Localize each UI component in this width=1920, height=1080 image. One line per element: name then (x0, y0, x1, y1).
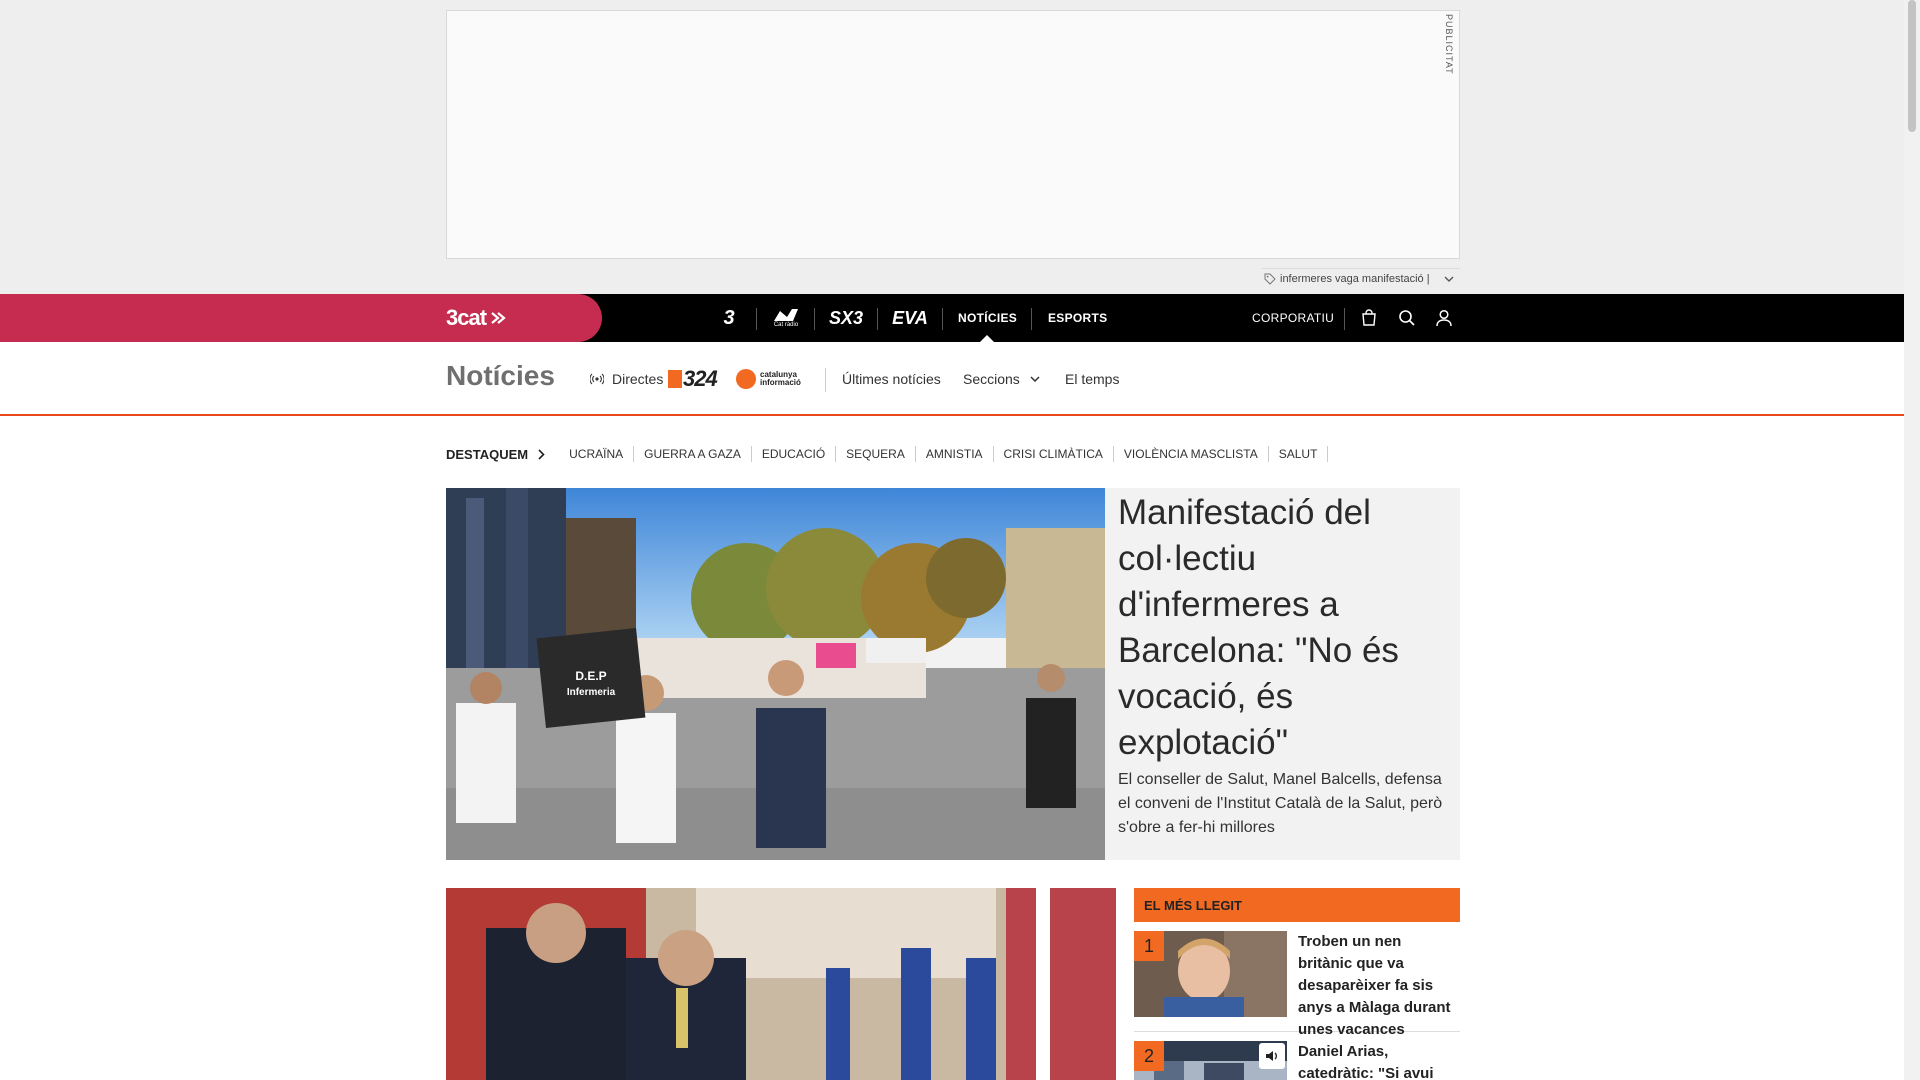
tag-link[interactable]: SALUT (1269, 446, 1329, 462)
secondary-article-photo[interactable] (446, 888, 1116, 1080)
tag-link[interactable]: AMNISTIA (916, 446, 994, 462)
most-read-thumbnail[interactable]: 1 (1134, 931, 1287, 1017)
channel-eva-logo[interactable]: EVA (890, 294, 930, 342)
brand-bar (0, 294, 602, 342)
most-read-title[interactable]: Daniel Arias, catedràtic: "Si avui (1298, 1041, 1456, 1080)
nav-seccions-dropdown[interactable]: Seccions (963, 342, 1040, 416)
user-icon[interactable] (1434, 308, 1454, 328)
search-icon[interactable] (1397, 308, 1417, 328)
hero-article[interactable]: D.E.P Infermeria Manifestació del col·le… (446, 488, 1460, 860)
most-read-panel: EL MÉS LLEGIT 1 Troben un nen britànic q… (1134, 888, 1460, 1080)
chevron-right-icon (538, 448, 545, 460)
hero-headline[interactable]: Manifestació del col·lectiu d'infermeres… (1118, 490, 1453, 766)
channel-sx3-logo[interactable]: SX3 (826, 294, 866, 342)
divider (1344, 308, 1345, 330)
hero-photo[interactable]: D.E.P Infermeria (446, 488, 1105, 860)
ad-slot[interactable] (446, 10, 1460, 259)
section-navigation: Notícies Directes 324 catalunya informac… (0, 342, 1904, 416)
audio-icon[interactable] (1259, 1043, 1285, 1069)
page-scrollbar[interactable] (1904, 0, 1920, 1080)
rank-badge: 2 (1134, 1041, 1164, 1071)
shopping-bag-icon[interactable] (1359, 308, 1379, 328)
trending-searches[interactable]: infermeres vaga manifestació | (1262, 268, 1460, 288)
tag-link[interactable]: VIOLÈNCIA MASCLISTA (1114, 446, 1269, 462)
trending-text: infermeres vaga manifestació | (1280, 272, 1430, 285)
tag-link[interactable]: EDUCACIÓ (752, 446, 837, 462)
nav-corporatiu[interactable]: CORPORATIU (1252, 294, 1334, 342)
channel-324-logo[interactable]: 324 (668, 342, 718, 416)
nav-esports[interactable]: ESPORTS (1048, 294, 1107, 342)
divider (814, 308, 815, 330)
chevron-down-icon[interactable] (1444, 276, 1454, 282)
hero-summary: El conseller de Salut, Manel Balcells, d… (1118, 771, 1443, 836)
tag-link[interactable]: SEQUERA (836, 446, 916, 462)
protest-sign-text: Infermeria (567, 687, 616, 698)
protest-sign-text: D.E.P (575, 669, 606, 683)
nav-el-temps[interactable]: El temps (1065, 342, 1119, 416)
divider (877, 308, 878, 330)
active-indicator (980, 335, 994, 342)
chevron-down-icon (1030, 376, 1040, 382)
channel-catradio-logo[interactable]: Cat ràdio (770, 294, 802, 342)
ci-circle-icon (736, 369, 756, 389)
catradio-icon (774, 309, 798, 321)
arrow-icon (490, 311, 506, 325)
divider (756, 308, 757, 330)
live-broadcast-icon (590, 373, 604, 385)
channel-3-logo[interactable]: 3 (714, 294, 744, 342)
nav-ultimes-noticies[interactable]: Últimes notícies (842, 342, 941, 416)
tag-link[interactable]: GUERRA A GAZA (634, 446, 752, 462)
most-read-title[interactable]: Troben un nen britànic que va desaparèix… (1298, 931, 1456, 1041)
most-read-item[interactable]: 2 Daniel Arias, catedràtic: "Si avui (1134, 1041, 1460, 1080)
tag-icon (1264, 273, 1276, 285)
most-read-heading: EL MÉS LLEGIT (1134, 888, 1460, 922)
brand-logo-3cat[interactable]: 3cat (446, 305, 506, 330)
tags-heading[interactable]: DESTAQUEM (446, 447, 545, 462)
top-navigation: 3cat 3 Cat ràdio SX3 EVA NOTÍCIES ESPORT… (0, 294, 1904, 342)
rank-badge: 1 (1134, 931, 1164, 961)
tag-link[interactable]: CRISI CLIMÀTICA (994, 446, 1114, 462)
scrollbar-thumb[interactable] (1908, 0, 1916, 132)
most-read-item[interactable]: 1 Troben un nen britànic que va desaparè… (1134, 931, 1460, 1038)
divider (825, 368, 826, 392)
tag-link[interactable]: UCRAÏNA (559, 446, 635, 462)
divider (1031, 308, 1032, 330)
catalunya-informacio-logo[interactable]: catalunya informació (736, 342, 801, 416)
most-read-thumbnail[interactable]: 2 (1134, 1041, 1287, 1080)
live-directes-link[interactable]: Directes (590, 342, 663, 416)
ad-label: PUBLICITAT (1444, 14, 1454, 75)
highlighted-tags: DESTAQUEM UCRAÏNA GUERRA A GAZA EDUCACIÓ… (446, 442, 1329, 466)
section-title[interactable]: Notícies (446, 360, 555, 392)
divider (942, 308, 943, 330)
